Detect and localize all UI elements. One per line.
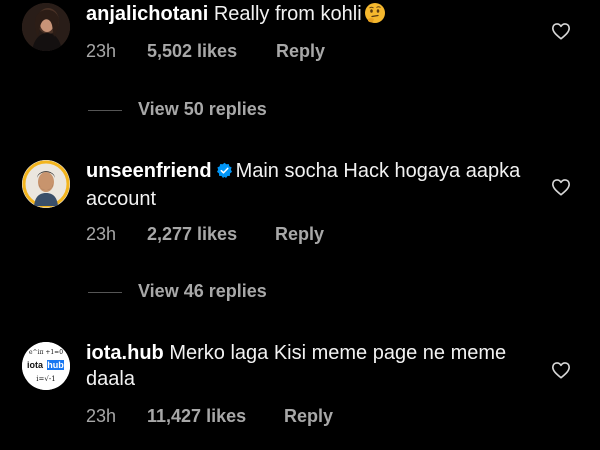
view-replies-label: View 46 replies (138, 281, 267, 301)
comment-time: 23h (86, 41, 117, 61)
like-heart-icon[interactable] (551, 22, 571, 45)
avatar[interactable]: e^iπ +1=0 iota hub i=√-1 (22, 342, 70, 390)
reply-button[interactable]: Reply (276, 41, 325, 62)
comment-likes[interactable]: 11,427 likes (147, 406, 246, 427)
comment-text: iota.hub Merko laga Kisi meme page ne me… (86, 340, 536, 392)
divider-line (88, 292, 122, 293)
view-replies-label: View 50 replies (138, 99, 267, 119)
avatar[interactable] (22, 160, 70, 208)
comment-likes[interactable]: 2,277 likes (147, 224, 237, 245)
comment-username[interactable]: iota.hub (86, 342, 164, 364)
comment-username[interactable]: unseenfriend (86, 160, 212, 182)
avatar[interactable] (22, 3, 70, 51)
divider-line (88, 110, 122, 111)
comment-body: Really from kohli (213, 3, 362, 25)
thinking-face-emoji-icon (364, 2, 386, 31)
avatar-logo-bottom: i=√-1 (36, 375, 55, 383)
avatar-logo-brand-left: iota (27, 360, 44, 370)
reply-button[interactable]: Reply (275, 224, 324, 245)
comment-time: 23h (86, 224, 117, 244)
comment-text: unseenfriend Main socha Hack hogaya aapk… (86, 158, 536, 212)
comment-time: 23h (86, 406, 117, 426)
avatar-logo-top: e^iπ +1=0 (29, 349, 63, 356)
comment-likes[interactable]: 5,502 likes (147, 41, 237, 62)
like-heart-icon[interactable] (551, 178, 571, 201)
verified-badge-icon (216, 160, 233, 186)
comment-text: anjalichotani Really from kohli (86, 1, 536, 31)
reply-button[interactable]: Reply (284, 406, 333, 427)
avatar-logo-brand-right: hub (47, 360, 64, 370)
comment-username[interactable]: anjalichotani (86, 3, 208, 25)
like-heart-icon[interactable] (551, 361, 571, 384)
